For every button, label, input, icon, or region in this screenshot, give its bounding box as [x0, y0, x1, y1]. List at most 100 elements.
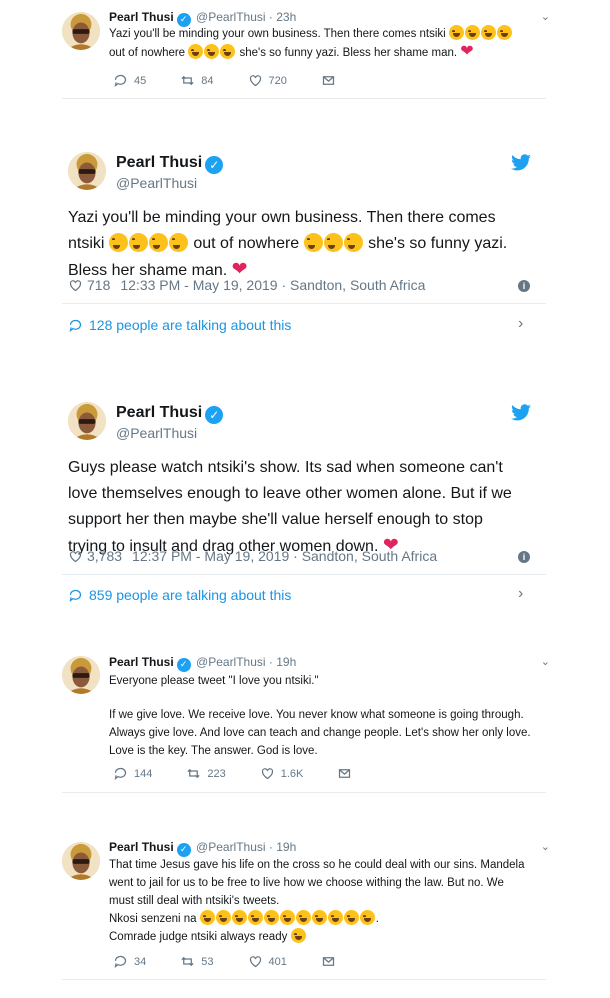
like-button[interactable]: 401 [248, 954, 287, 969]
tweet-text-line: love themselves enough to leave other wo… [68, 485, 512, 502]
reply-button[interactable]: 34 [113, 954, 146, 969]
envelope-icon [322, 957, 334, 966]
heart-outline-icon [69, 279, 82, 291]
red-heart-icon: ❤ [460, 43, 474, 60]
dm-button[interactable] [337, 766, 352, 781]
reply-button[interactable]: 45 [113, 73, 146, 88]
author-line: Pearl Thusi ✓ @PearlThusi · 19h [109, 840, 296, 857]
divider [62, 303, 546, 304]
tweet-card-2[interactable]: Pearl Thusi ✓ @PearlThusi Guys please wat… [0, 390, 560, 620]
retweet-button[interactable]: 223 [186, 766, 226, 781]
laughing-emoji-icon [231, 910, 247, 925]
envelope-icon [322, 76, 334, 85]
crying-emoji-icon [295, 910, 311, 925]
tweet-text-line: support her then maybe she'll value hers… [68, 511, 483, 528]
talking-link[interactable]: 128 people are talking about this [68, 317, 291, 333]
verified-badge-icon: ✓ [176, 658, 191, 672]
laughing-emoji-icon [464, 25, 480, 40]
talking-text: 859 people are talking about this [89, 587, 292, 603]
avatar[interactable] [62, 656, 100, 694]
tweet-compact-2[interactable]: Pearl Thusi ✓ @PearlThusi · 19h ⌄ Everyon… [0, 648, 560, 796]
retweet-button[interactable]: 53 [180, 954, 214, 969]
divider [62, 979, 546, 980]
like-button[interactable]: 718 [68, 277, 110, 293]
tweet-text-line: Comrade judge ntsiki always ready [109, 931, 291, 943]
heart-outline-icon [261, 768, 273, 780]
chevron-right-icon[interactable]: › [518, 585, 523, 603]
handle-time[interactable]: @PearlThusi · 19h [196, 840, 296, 854]
author-handle[interactable]: @PearlThusi [116, 425, 197, 441]
chevron-down-icon[interactable]: ⌄ [541, 655, 550, 668]
laughing-emoji-icon [188, 44, 204, 59]
tweet-text-line: Love is the key. The answer. God is love… [109, 745, 318, 757]
tweet-datetime[interactable]: 12:37 PM - May 19, 2019 · Sandton, South… [132, 548, 437, 564]
twitter-bird-icon[interactable] [510, 404, 532, 422]
like-button[interactable]: 3,783 [68, 548, 122, 564]
chevron-down-icon[interactable]: ⌄ [541, 840, 550, 853]
like-button[interactable]: 1.6K [260, 766, 303, 781]
tweet-actions: 144 223 1.6K [113, 766, 386, 781]
laughing-emoji-icon [148, 233, 168, 252]
author-line: Pearl Thusi ✓ [116, 154, 224, 174]
retweet-button[interactable]: 84 [180, 73, 214, 88]
handle-time[interactable]: @PearlThusi · 23h [196, 10, 296, 24]
retweet-icon [187, 768, 200, 779]
laughing-emoji-icon [480, 25, 496, 40]
avatar[interactable] [68, 152, 106, 190]
avatar[interactable] [62, 842, 100, 880]
dm-button[interactable] [321, 954, 336, 969]
divider [62, 574, 546, 575]
tweet-text-line: out of nowhere [188, 235, 304, 252]
tweet-compact-1[interactable]: Pearl Thusi ✓ @PearlThusi · 23h ⌄ Yazi yo… [0, 0, 560, 100]
tweet-text-line: Yazi you'll be minding your own business… [68, 209, 496, 226]
tweet-datetime[interactable]: 12:33 PM - May 19, 2019 · Sandton, South… [120, 277, 425, 293]
reply-icon [114, 767, 127, 780]
retweet-count: 223 [207, 767, 226, 780]
reply-count: 34 [134, 955, 147, 968]
handle-time[interactable]: @PearlThusi · 19h [196, 655, 296, 669]
info-icon[interactable]: i [518, 280, 530, 292]
chevron-right-icon[interactable]: › [518, 315, 523, 333]
verified-badge-icon: ✓ [205, 156, 224, 174]
tweet-text: Yazi you'll be minding your own business… [68, 205, 538, 284]
tweet-text-line: . [375, 913, 379, 925]
laughing-emoji-icon [220, 44, 236, 59]
laughing-emoji-icon [290, 928, 306, 943]
author-name[interactable]: Pearl Thusi [109, 655, 174, 669]
info-icon[interactable]: i [518, 551, 530, 563]
dm-button[interactable] [321, 73, 336, 88]
avatar-image [68, 402, 106, 440]
tweet-text-line: If we give love. We receive love. You ne… [109, 709, 524, 721]
twitter-bird-icon[interactable] [510, 154, 532, 172]
author-name[interactable]: Pearl Thusi [116, 404, 202, 421]
author-name[interactable]: Pearl Thusi [109, 840, 174, 854]
reply-count: 45 [134, 74, 147, 87]
avatar[interactable] [62, 12, 100, 50]
like-button[interactable]: 720 [248, 73, 287, 88]
talking-link[interactable]: 859 people are talking about this [68, 587, 291, 603]
crying-emoji-icon [247, 910, 263, 925]
tweet-text: Everyone please tweet "I love you ntsiki… [109, 672, 549, 690]
author-line: Pearl Thusi ✓ [116, 404, 224, 424]
tweet-text-line: Guys please watch ntsiki's show. Its sad… [68, 459, 503, 476]
tweet-actions: 45 84 720 [113, 73, 370, 88]
laughing-emoji-icon [343, 233, 363, 252]
reply-button[interactable]: 144 [113, 766, 152, 781]
tweet-text-line: ntsiki [68, 235, 109, 252]
tweet-actions: 34 53 401 [113, 954, 370, 969]
chevron-down-icon[interactable]: ⌄ [541, 10, 550, 23]
heart-outline-icon [249, 956, 261, 968]
reply-icon [114, 955, 127, 968]
like-count: 718 [87, 277, 111, 293]
author-name[interactable]: Pearl Thusi [116, 154, 202, 171]
author-handle[interactable]: @PearlThusi [116, 175, 197, 191]
tweet-meta: 3,783 12:37 PM - May 19, 2019 · Sandton,… [68, 548, 538, 564]
tweet-text-line: That time Jesus gave his life on the cro… [109, 859, 525, 871]
retweet-count: 53 [201, 955, 214, 968]
author-name[interactable]: Pearl Thusi [109, 10, 174, 24]
tweet-card-1[interactable]: Pearl Thusi ✓ @PearlThusi Yazi you'll be … [0, 140, 560, 350]
tweet-text: If we give love. We receive love. You ne… [109, 706, 549, 760]
retweet-icon [181, 75, 194, 86]
tweet-compact-3[interactable]: Pearl Thusi ✓ @PearlThusi · 19h ⌄ That ti… [0, 834, 560, 984]
avatar[interactable] [68, 402, 106, 440]
